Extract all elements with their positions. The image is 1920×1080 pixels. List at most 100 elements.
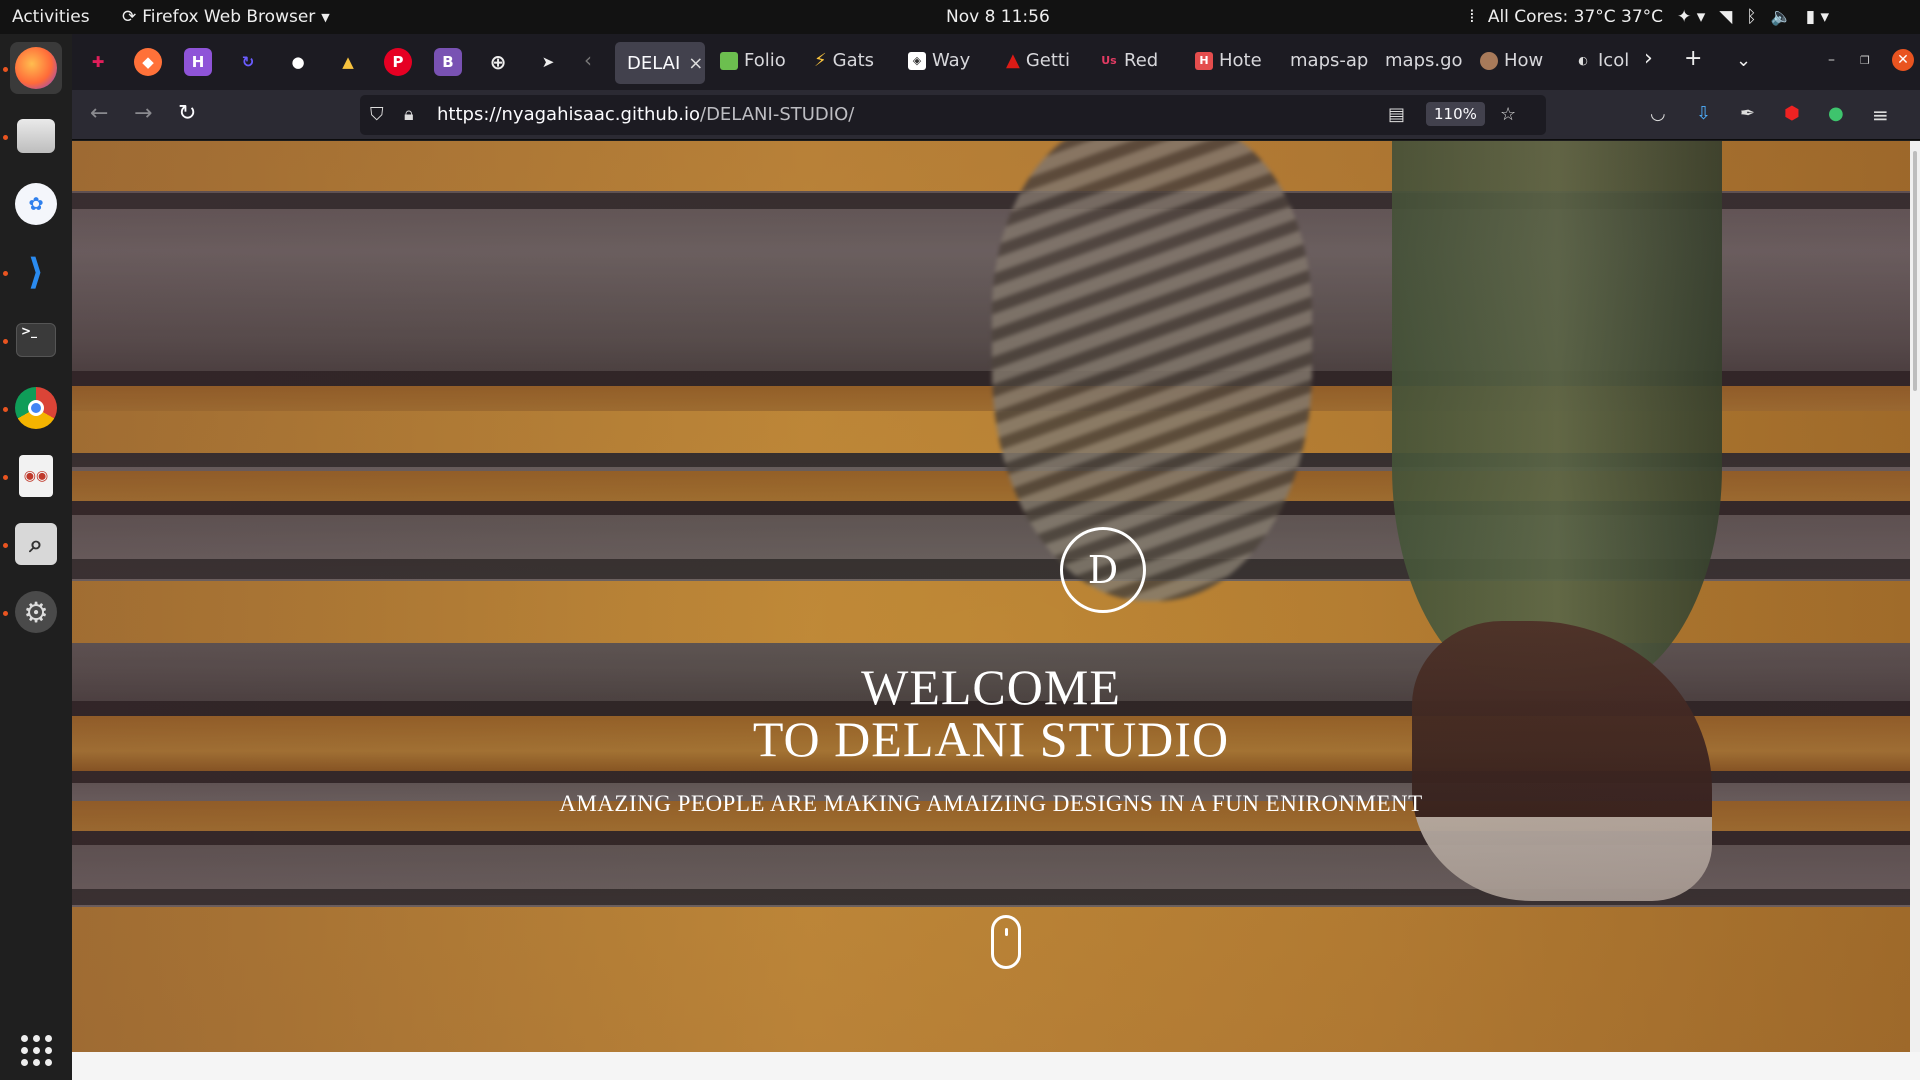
pinned-tab-sync[interactable]: ↻ (234, 48, 262, 76)
back-button[interactable]: ← (90, 101, 108, 126)
hero-headline-line1: WELCOME (861, 659, 1121, 715)
running-indicator (3, 407, 8, 412)
dock-document-viewer[interactable]: ◉◉ (10, 450, 62, 502)
tab-how[interactable]: How (1480, 50, 1554, 71)
scroll-tabs-left-icon[interactable]: ‹ (584, 48, 592, 72)
forward-button[interactable]: → (134, 101, 152, 126)
pinned-tab-web[interactable]: ⊕ (484, 48, 512, 76)
show-applications-button[interactable] (10, 1024, 62, 1076)
ublock-icon[interactable]: ⬢ (1784, 103, 1800, 124)
tab-label: DELAI (627, 52, 681, 74)
navigation-toolbar: ← → ↻ ⛉ 🔒︎ https://nyagahisaac.github.io… (72, 90, 1920, 140)
scroll-tabs-right-icon[interactable]: › (1644, 46, 1653, 71)
pinned-tab-bootstrap[interactable]: B (434, 48, 462, 76)
accessibility-icon[interactable]: ✦ ▾ (1677, 7, 1705, 27)
hero-headline-line2: TO DELANI STUDIO (752, 711, 1230, 767)
grammarly-icon[interactable]: ● (1828, 103, 1844, 124)
tab-hotel[interactable]: H Hote (1195, 50, 1265, 71)
bookmark-star-icon[interactable]: ☆ (1500, 104, 1516, 125)
vscode-icon: ⟩ (27, 251, 45, 293)
zoom-level-button[interactable]: 110% (1426, 102, 1485, 126)
tab-folio[interactable]: Folio (720, 50, 792, 71)
tab-icon[interactable]: ◐ Icol (1574, 50, 1632, 71)
pinned-tab-github[interactable]: ● (284, 48, 312, 76)
minimize-icon[interactable]: – (1828, 52, 1835, 68)
tab-delani-studio[interactable]: DELAI × (615, 42, 705, 84)
cpu-temp-readout: All Cores: 37°C 37°C (1487, 7, 1664, 27)
hero-section: D WELCOME TO DELANI STUDIO AMAZING PEOPL… (72, 141, 1910, 1052)
clock[interactable]: Nov 8 11:56 (946, 7, 1050, 27)
url-bar[interactable]: ⛉ 🔒︎ https://nyagahisaac.github.io/DELAN… (360, 95, 1546, 135)
brand-logo: D (1060, 527, 1146, 613)
tab-maps-api[interactable]: maps-ap (1290, 50, 1370, 71)
dock-vscode[interactable]: ⟩ (10, 246, 62, 298)
sync-icon: ↻ (241, 53, 255, 71)
tab-gatsby[interactable]: ⚡ Gats (814, 50, 884, 71)
reload-button[interactable]: ↻ (178, 101, 196, 126)
close-tab-icon[interactable]: × (688, 53, 703, 74)
gnome-top-bar: Activities ⟳ Firefox Web Browser ▼ Nov 8… (0, 0, 1920, 34)
url-path: /DELANI-STUDIO/ (700, 104, 855, 125)
downloads-icon[interactable]: ⇩ (1696, 103, 1711, 124)
hamburger-menu-icon[interactable]: ≡ (1872, 103, 1889, 127)
bluetooth-icon: ᛒ (1746, 7, 1757, 27)
close-window-button[interactable]: ✕ (1892, 49, 1914, 71)
pinned-tabs: ✚ ◆ H ↻ ● ▲ P B ⊕ ➤ (84, 48, 562, 76)
pinned-tab-send[interactable]: ➤ (534, 48, 562, 76)
volume-icon: 🔈 (1770, 7, 1792, 27)
chrome-icon (15, 387, 57, 429)
bootstrap-icon: B (442, 53, 454, 71)
magnifier-icon: ⌕ (15, 523, 57, 565)
dock-firefox[interactable] (10, 42, 62, 94)
new-tab-button[interactable]: + (1684, 46, 1702, 71)
pinned-tab-brave[interactable]: ◆ (134, 48, 162, 76)
activities-button[interactable]: Activities (12, 7, 90, 27)
tab-label: Icol (1598, 50, 1630, 71)
pinned-tab-slack[interactable]: ✚ (84, 48, 112, 76)
ico-icon: ◐ (1578, 54, 1588, 67)
pinned-tab-firebase[interactable]: ▲ (334, 48, 362, 76)
hotel-icon: H (1195, 51, 1213, 70)
pocket-icon[interactable]: ◡ (1650, 103, 1666, 124)
wayback-icon: ◈ (908, 51, 926, 70)
tab-angular[interactable]: ▲ Getti (1006, 50, 1076, 71)
dock-vscodium[interactable]: ✿ (10, 178, 62, 230)
avatar-icon (1480, 51, 1498, 70)
page-scrollbar[interactable] (1910, 141, 1920, 1052)
us-icon: Us (1101, 54, 1117, 67)
pinned-tab-hackerrank[interactable]: H (184, 48, 212, 76)
list-all-tabs-icon[interactable]: ⌄ (1736, 50, 1751, 71)
tab-label: Way (932, 50, 971, 71)
scroll-down-mouse-icon[interactable] (991, 915, 1021, 969)
tab-maps-google[interactable]: maps.go (1385, 50, 1465, 71)
system-status-area[interactable]: ⦙ All Cores: 37°C 37°C ✦ ▾ ◥ ᛒ 🔈 ▮ ▾ (1470, 7, 1829, 27)
restore-icon[interactable]: ❐ (1860, 54, 1870, 67)
running-indicator (3, 271, 8, 276)
lock-icon[interactable]: 🔒︎ (404, 104, 414, 125)
dock-settings[interactable]: ⚙ (10, 586, 62, 638)
app-menu[interactable]: ⟳ Firefox Web Browser ▼ (122, 7, 330, 27)
flame-icon: ▲ (342, 53, 354, 71)
send-icon: ➤ (541, 53, 555, 71)
pinned-tab-pinterest[interactable]: P (384, 48, 412, 76)
tab-red[interactable]: Us Red (1100, 50, 1170, 71)
dock-files[interactable] (10, 110, 62, 162)
dock-chrome[interactable] (10, 382, 62, 434)
slack-icon: ✚ (91, 53, 105, 71)
extension-icon[interactable]: ✒ (1740, 103, 1755, 124)
firefox-icon (15, 47, 57, 89)
url-text[interactable]: https://nyagahisaac.github.io/DELANI-STU… (437, 104, 854, 125)
running-indicator (3, 67, 8, 72)
wifi-icon: ◥ (1719, 7, 1733, 27)
terminal-icon: >_ (16, 323, 56, 357)
app-grid-icon (20, 1034, 52, 1066)
github-icon: ● (291, 53, 305, 71)
firefox-small-icon: ⟳ (122, 7, 137, 27)
dock-terminal[interactable]: >_ (10, 314, 62, 366)
dock-screenshot[interactable]: ⌕ (10, 518, 62, 570)
reader-view-icon[interactable]: ▤ (1388, 104, 1405, 125)
tab-wayback[interactable]: ◈ Way (908, 50, 978, 71)
running-indicator (3, 475, 8, 480)
vscodium-icon: ✿ (15, 183, 57, 225)
shield-icon[interactable]: ⛉ (370, 104, 384, 125)
